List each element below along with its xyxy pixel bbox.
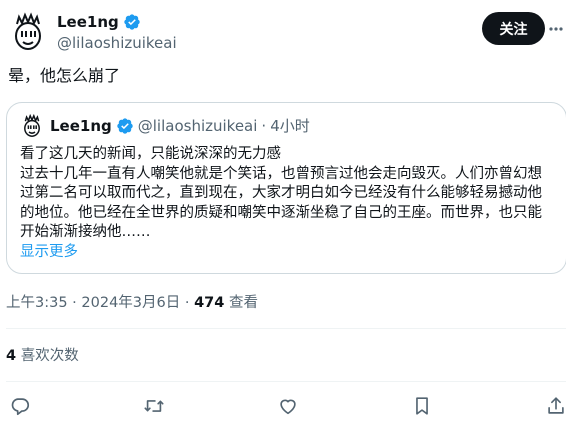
- quote-verified-badge-icon: [116, 117, 134, 135]
- quote-line: 看了这几天的新闻，只能说深深的无力感: [20, 146, 281, 162]
- tweet-text: 晕，他怎么崩了: [8, 66, 121, 85]
- share-icon[interactable]: [545, 395, 566, 417]
- views-label: 查看: [224, 295, 258, 311]
- show-more-link[interactable]: 显示更多: [20, 243, 78, 262]
- tweet-time[interactable]: 上午3:35: [6, 295, 68, 311]
- quote-header: Lee1ng @lilaoshizuikeai · 4小时: [50, 117, 310, 135]
- quote-line: 过去十几年一直有人嘲笑他就是个笑话，也曾预言过他会走向毁灭。人们亦曾幻想: [20, 165, 542, 182]
- bookmark-icon[interactable]: [411, 395, 433, 417]
- meta-separator: ·: [180, 295, 195, 311]
- follow-button[interactable]: 关注: [482, 12, 545, 45]
- author-handle[interactable]: @lilaoshizuikeai: [57, 34, 177, 52]
- divider: [6, 328, 566, 329]
- verified-badge-icon: [123, 13, 141, 31]
- retweet-icon[interactable]: [143, 395, 165, 417]
- like-icon[interactable]: [277, 395, 299, 417]
- quote-author-handle: @lilaoshizuikeai: [137, 117, 258, 135]
- divider: [6, 381, 566, 382]
- reply-icon[interactable]: [9, 395, 31, 417]
- quote-body: 看了这几天的新闻，只能说深深的无力感 过去十几年一直有人嘲笑他就是个笑话，也曾预…: [20, 145, 565, 243]
- quote-author-name: Lee1ng: [50, 117, 112, 135]
- tweet-meta: 上午3:35 · 2024年3月6日 · 474 查看: [6, 294, 258, 312]
- quote-line: 过第二名可以取而代之，直到现在，大家才明白如今已经没有什么能够轻易撼动他: [20, 185, 542, 202]
- likes-stat[interactable]: 4 喜欢次数: [6, 347, 79, 365]
- quote-separator: ·: [261, 117, 267, 135]
- views-count: 474: [194, 295, 225, 311]
- quote-line: 开始渐渐接纳他……: [20, 224, 151, 241]
- more-options-icon[interactable]: [548, 20, 564, 38]
- author-name[interactable]: Lee1ng: [57, 13, 119, 31]
- quote-avatar[interactable]: [20, 114, 44, 138]
- likes-label: 喜欢次数: [16, 348, 79, 364]
- quote-time: 4小时: [270, 117, 310, 135]
- meta-separator: ·: [67, 295, 82, 311]
- likes-count: 4: [6, 348, 17, 364]
- avatar[interactable]: [8, 12, 48, 52]
- quoted-tweet[interactable]: Lee1ng @lilaoshizuikeai · 4小时 看了这几天的新闻，只…: [6, 102, 566, 274]
- tweet-date[interactable]: 2024年3月6日: [81, 295, 180, 311]
- author-name-row: Lee1ng: [57, 13, 141, 31]
- quote-line: 的地位。他已经在全世界的质疑和嘲笑中逐渐坐稳了自己的王座。而世界，也只能: [20, 204, 542, 221]
